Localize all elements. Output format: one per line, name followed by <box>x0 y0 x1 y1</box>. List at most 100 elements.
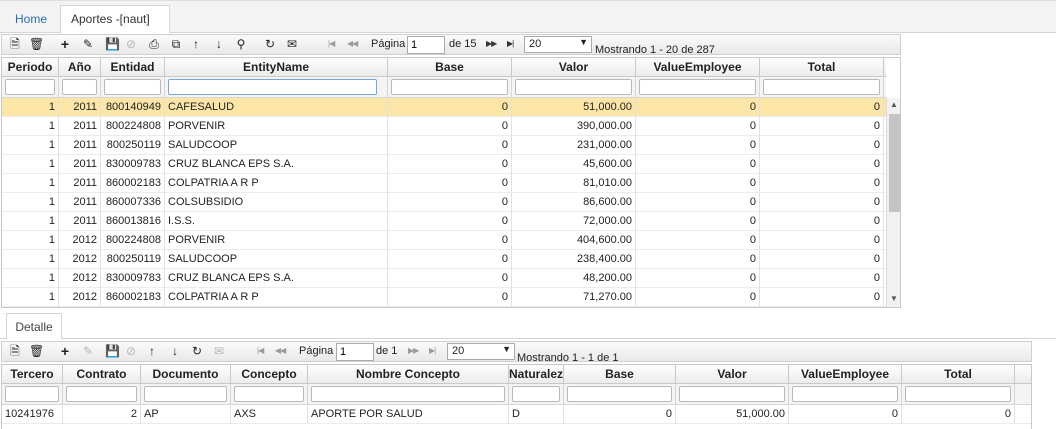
table-cell: 800224808 <box>101 231 165 250</box>
col-header[interactable]: Documento <box>141 365 231 384</box>
col-header[interactable]: EntityName <box>165 58 388 77</box>
table-row[interactable]: 1 2012 860002183 COLPATRIA A R P 0 71,270.00 0… <box>2 288 886 307</box>
table-row[interactable]: 10241976 2 AP AXS APORTE POR SALUD D 0 51,000.0… <box>2 405 1031 424</box>
refresh-icon[interactable]: ↻ <box>190 344 204 359</box>
table-row[interactable]: 1 2012 800250119 SALUDCOOP 0 238,400.00 0 0 <box>2 250 886 269</box>
tab-strip: Home Aportes -[naut] × <box>0 0 1056 53</box>
col-header[interactable]: Tercero <box>2 365 63 384</box>
col-header[interactable]: Naturalez <box>509 365 564 384</box>
table-cell: 2012 <box>59 250 101 269</box>
table-cell: APORTE POR SALUD <box>308 405 509 424</box>
scroll-down-icon[interactable]: ▼ <box>890 294 898 303</box>
arrow-down-icon[interactable]: ↓ <box>168 344 182 359</box>
refresh-icon[interactable]: ↻ <box>263 37 277 52</box>
add-icon[interactable]: + <box>58 37 72 52</box>
next-page-icon[interactable]: ▶▶ <box>408 346 419 355</box>
table-row[interactable]: 1 2011 860002183 COLPATRIA A R P 0 81,010.00 0… <box>2 174 886 193</box>
email-icon[interactable]: ✉ <box>212 344 226 359</box>
print-icon[interactable]: ⎙ <box>147 37 161 52</box>
table-row[interactable]: 1 2011 800140949 CAFESALUD 0 51,000.00 0 0 <box>2 98 886 117</box>
col-header[interactable]: Valor <box>512 58 636 77</box>
col-header[interactable]: Base <box>388 58 512 77</box>
filter-input[interactable] <box>567 386 672 402</box>
tab-aportes[interactable]: Aportes -[naut] × <box>60 5 170 53</box>
page-size-select[interactable]: 20 ▼ <box>447 343 515 360</box>
col-header[interactable]: Nombre Concepto <box>308 365 509 384</box>
filter-input[interactable] <box>234 386 304 402</box>
first-page-icon[interactable]: |◀ <box>328 39 335 48</box>
filter-input[interactable] <box>679 386 785 402</box>
table-row[interactable]: 1 2011 800250119 SALUDCOOP 0 231,000.00 0 0 <box>2 136 886 155</box>
filter-input[interactable] <box>311 386 505 402</box>
arrow-up-icon[interactable]: ↑ <box>189 37 203 52</box>
filter-input[interactable] <box>905 386 1011 402</box>
filter-input[interactable] <box>62 79 97 95</box>
email-icon[interactable]: ✉ <box>285 37 299 52</box>
next-page-icon[interactable]: ▶▶ <box>486 39 497 48</box>
trash-icon[interactable]: 🗑 <box>29 37 44 52</box>
table-row[interactable]: 1 2011 860007336 COLSUBSIDIO 0 86,600.00 0 0 <box>2 193 886 212</box>
col-header[interactable]: Concepto <box>231 365 308 384</box>
table-cell: 0 <box>564 405 676 424</box>
cancel-icon[interactable]: ⊘ <box>124 344 138 359</box>
table-row[interactable]: 1 2012 800224808 PORVENIR 0 404,600.00 0 0 <box>2 231 886 250</box>
table-row[interactable]: 1 2011 830009783 CRUZ BLANCA EPS S.A. 0 45,60… <box>2 155 886 174</box>
add-icon[interactable]: + <box>58 344 72 359</box>
col-header[interactable]: ValueEmployee <box>636 58 760 77</box>
tab-detalle[interactable]: Detalle <box>6 313 62 339</box>
table-cell: 800140949 <box>101 98 165 117</box>
search-icon[interactable]: ⚲ <box>234 37 248 52</box>
filter-input[interactable] <box>5 386 59 402</box>
page-input[interactable] <box>407 36 445 54</box>
prev-page-icon[interactable]: ◀◀ <box>347 39 358 48</box>
save-icon[interactable]: 💾 <box>105 344 120 359</box>
table-cell: 2012 <box>59 288 101 307</box>
filter-input[interactable] <box>639 79 756 95</box>
col-header[interactable]: Base <box>564 365 676 384</box>
filter-input[interactable] <box>792 386 898 402</box>
filter-input[interactable] <box>763 79 880 95</box>
col-header[interactable]: Entidad <box>101 58 165 77</box>
last-page-icon[interactable]: ▶| <box>429 346 436 355</box>
col-header[interactable]: ValueEmployee <box>789 365 902 384</box>
arrow-down-icon[interactable]: ↓ <box>212 37 226 52</box>
filter-input[interactable] <box>391 79 508 95</box>
new-document-icon[interactable]: 🗎 <box>8 344 22 359</box>
filter-input[interactable] <box>512 386 560 402</box>
table-cell: 2011 <box>59 193 101 212</box>
scroll-thumb[interactable] <box>889 114 900 212</box>
detail-grid-header: Tercero Contrato Documento Concepto Nomb… <box>2 365 1031 384</box>
filter-input[interactable] <box>104 79 161 95</box>
table-row[interactable]: 1 2012 830009783 CRUZ BLANCA EPS S.A. 0 48,20… <box>2 269 886 288</box>
filter-input[interactable] <box>168 79 377 95</box>
col-header[interactable]: Total <box>760 58 884 77</box>
page-size-select[interactable]: 20 ▼ <box>524 36 592 53</box>
filter-input[interactable] <box>66 386 137 402</box>
edit-icon[interactable]: ✎ <box>81 344 95 359</box>
prev-page-icon[interactable]: ◀◀ <box>275 346 286 355</box>
table-row[interactable]: 1 2011 860013816 I.S.S. 0 72,000.00 0 0 <box>2 212 886 231</box>
filter-input[interactable] <box>144 386 227 402</box>
filter-input[interactable] <box>515 79 632 95</box>
tab-home[interactable]: Home <box>4 5 57 34</box>
new-document-icon[interactable]: 🗎 <box>8 37 22 52</box>
col-header[interactable]: Año <box>59 58 101 77</box>
scroll-up-icon[interactable]: ▲ <box>890 100 898 109</box>
filter-input[interactable] <box>5 79 55 95</box>
save-icon[interactable]: 💾 <box>105 37 120 52</box>
col-header[interactable]: Valor <box>676 365 789 384</box>
col-header[interactable]: Total <box>902 365 1015 384</box>
cancel-icon[interactable]: ⊘ <box>124 37 138 52</box>
first-page-icon[interactable]: |◀ <box>257 346 264 355</box>
col-header[interactable]: Contrato <box>63 365 141 384</box>
scrollbar[interactable]: ▲ ▼ <box>886 98 900 307</box>
edit-icon[interactable]: ✎ <box>81 37 95 52</box>
col-header[interactable]: Periodo <box>2 58 59 77</box>
last-page-icon[interactable]: ▶| <box>507 39 514 48</box>
table-cell: 0 <box>636 250 760 269</box>
arrow-up-icon[interactable]: ↑ <box>145 344 159 359</box>
page-input[interactable] <box>336 343 374 361</box>
trash-icon[interactable]: 🗑 <box>29 344 44 359</box>
copy-icon[interactable]: ⧉ <box>169 37 183 52</box>
table-row[interactable]: 1 2011 800224808 PORVENIR 0 390,000.00 0 0 <box>2 117 886 136</box>
